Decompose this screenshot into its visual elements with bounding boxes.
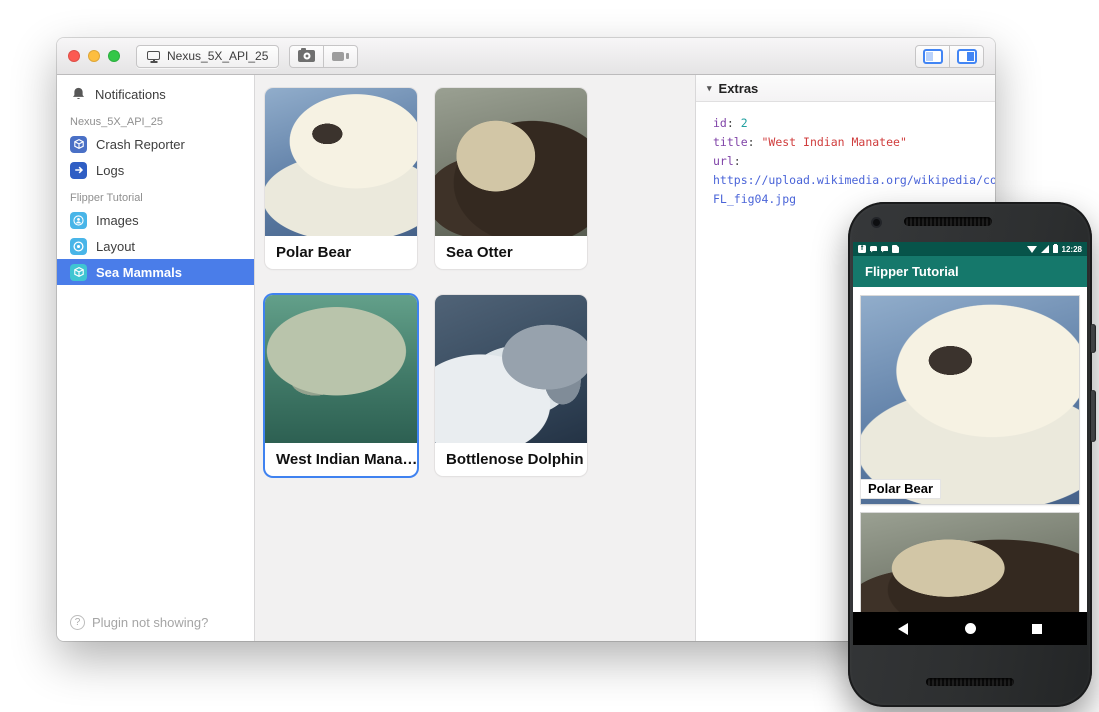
code-line-title: title: "West Indian Manatee"	[713, 133, 995, 152]
wifi-icon	[1027, 246, 1037, 253]
device-selector-label: Nexus_5X_API_25	[167, 49, 268, 63]
android-app-bar: Flipper Tutorial	[853, 256, 1087, 287]
sidebar-item-label: Sea Mammals	[96, 265, 182, 280]
extras-panel-header[interactable]: ▾ Extras	[696, 75, 995, 102]
sidebar-item-logs[interactable]: Logs	[57, 157, 254, 183]
manatee-image	[265, 295, 417, 443]
left-panel-icon	[923, 49, 943, 64]
battery-icon	[1053, 245, 1058, 253]
sidebar-item-label: Notifications	[95, 87, 166, 102]
android-card-polar-bear[interactable]: Polar Bear	[861, 296, 1079, 504]
android-card-label: Polar Bear	[861, 480, 940, 498]
sidebar-item-label: Layout	[96, 239, 135, 254]
card-title: Sea Otter	[435, 236, 587, 269]
bottom-speaker	[926, 678, 1014, 686]
question-circle-icon: ?	[70, 615, 85, 630]
card-title: West Indian Mana…	[265, 443, 417, 476]
screenshot-button[interactable]	[289, 45, 324, 68]
home-button-icon[interactable]	[965, 623, 976, 634]
right-panel-toggle-button[interactable]	[949, 45, 984, 68]
sidebar-item-label: Crash Reporter	[96, 137, 185, 152]
android-screen: f 12:28 Flipper Tutorial Polar Bear	[853, 242, 1087, 645]
card-sea-otter[interactable]: Sea Otter	[435, 88, 587, 269]
extras-json-view: id: 2 title: "West Indian Manatee" url: …	[696, 102, 995, 209]
sidebar-item-label: Logs	[96, 163, 124, 178]
bell-icon	[71, 86, 86, 102]
code-line-url-value: https://upload.wikimedia.org/wikipedia/c…	[713, 171, 995, 190]
extras-panel-title: Extras	[719, 81, 759, 96]
sidebar-item-notifications[interactable]: Notifications	[57, 81, 254, 107]
desktop-background: { "toolbar": { "device_selector_label": …	[0, 0, 1099, 712]
screen-record-button[interactable]	[323, 45, 358, 68]
camera-icon	[298, 50, 315, 62]
window-controls	[68, 50, 120, 62]
sidebar-item-layout[interactable]: Layout	[57, 233, 254, 259]
code-line-url-key: url:	[713, 152, 995, 171]
arrow-right-icon	[70, 162, 87, 179]
tag-notification-icon	[892, 245, 899, 253]
sidebar-section-device: Nexus_5X_API_25	[57, 107, 254, 131]
message-notification-icon	[870, 246, 877, 253]
sea-otter-image	[435, 88, 587, 236]
plugin-sidebar: Notifications Nexus_5X_API_25 Crash Repo…	[57, 75, 255, 641]
sidebar-item-label: Images	[96, 213, 139, 228]
capture-button-group	[289, 45, 358, 68]
dolphin-image	[435, 295, 587, 443]
device-selector-button[interactable]: Nexus_5X_API_25	[136, 45, 279, 68]
front-camera-dot	[873, 219, 880, 226]
video-camera-icon	[332, 52, 344, 61]
sea-mammals-card-grid: Polar Bear Sea Otter West Indian Mana… B…	[255, 75, 695, 641]
power-button[interactable]	[1091, 324, 1096, 353]
facebook-notification-icon: f	[858, 245, 866, 253]
window-toolbar: Nexus_5X_API_25	[57, 38, 995, 75]
card-title: Bottlenose Dolphin	[435, 443, 587, 476]
android-device-frame: f 12:28 Flipper Tutorial Polar Bear	[848, 202, 1092, 707]
polar-bear-image	[861, 296, 1079, 504]
recents-button-icon[interactable]	[1032, 624, 1042, 634]
target-icon	[70, 238, 87, 255]
sidebar-item-images[interactable]: Images	[57, 207, 254, 233]
message-notification-icon	[881, 246, 888, 253]
back-button-icon[interactable]	[898, 623, 908, 635]
status-clock: 12:28	[1062, 245, 1082, 254]
left-panel-toggle-button[interactable]	[915, 45, 950, 68]
polar-bear-image	[265, 88, 417, 236]
card-title: Polar Bear	[265, 236, 417, 269]
panel-toggle-group	[915, 45, 984, 68]
maximize-button[interactable]	[108, 50, 120, 62]
earpiece-speaker	[904, 217, 992, 226]
card-polar-bear[interactable]: Polar Bear	[265, 88, 417, 269]
minimize-button[interactable]	[88, 50, 100, 62]
card-bottlenose-dolphin[interactable]: Bottlenose Dolphin	[435, 295, 587, 476]
card-west-indian-manatee[interactable]: West Indian Mana…	[265, 295, 417, 476]
android-card-sea-otter[interactable]	[861, 513, 1079, 612]
close-button[interactable]	[68, 50, 80, 62]
chevron-down-icon: ▾	[707, 83, 712, 94]
plugin-help-label: Plugin not showing?	[92, 615, 208, 630]
android-navigation-bar	[853, 612, 1087, 645]
cell-signal-icon	[1041, 245, 1049, 253]
sidebar-item-sea-mammals[interactable]: Sea Mammals	[57, 259, 254, 285]
plugin-help-link[interactable]: ? Plugin not showing?	[70, 615, 208, 630]
sea-mammals-cube-icon	[70, 264, 87, 281]
sidebar-item-crash-reporter[interactable]: Crash Reporter	[57, 131, 254, 157]
right-panel-icon	[957, 49, 977, 64]
android-app-content: Polar Bear	[853, 287, 1087, 612]
sidebar-section-app: Flipper Tutorial	[57, 183, 254, 207]
monitor-icon	[147, 51, 160, 60]
crash-reporter-cube-icon	[70, 136, 87, 153]
volume-button[interactable]	[1091, 390, 1096, 442]
android-status-bar: f 12:28	[853, 242, 1087, 256]
app-bar-title: Flipper Tutorial	[865, 264, 959, 279]
code-line-id: id: 2	[713, 114, 995, 133]
user-circle-icon	[70, 212, 87, 229]
